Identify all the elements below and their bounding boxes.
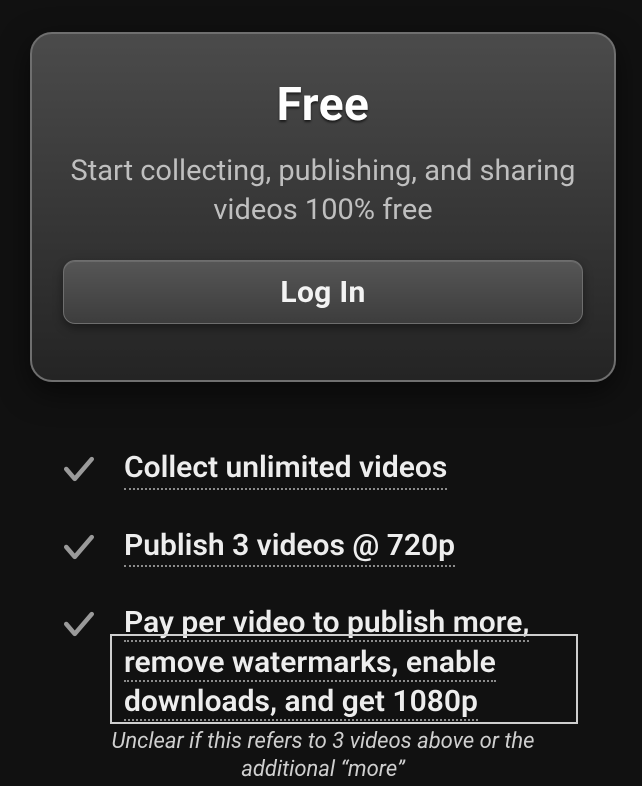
login-button[interactable]: Log In xyxy=(63,260,583,324)
check-icon xyxy=(62,452,96,486)
list-item: Collect unlimited videos xyxy=(62,448,584,490)
check-icon xyxy=(62,530,96,564)
login-button-label: Log In xyxy=(280,275,365,310)
feature-list: Collect unlimited videos Publish 3 video… xyxy=(62,448,584,722)
plan-subtitle: Start collecting, publishing, and sharin… xyxy=(63,152,583,230)
list-item: Publish 3 videos @ 720p xyxy=(62,526,584,568)
plan-title: Free xyxy=(277,78,370,132)
plan-card-free: Free Start collecting, publishing, and s… xyxy=(30,32,616,382)
feature-label: Pay per video to publish more, remove wa… xyxy=(124,603,584,722)
list-item: Pay per video to publish more, remove wa… xyxy=(62,603,584,722)
feature-label: Collect unlimited videos xyxy=(124,448,447,490)
annotation-caption: Unclear if this refers to 3 videos above… xyxy=(62,728,584,783)
feature-label: Publish 3 videos @ 720p xyxy=(124,526,455,568)
check-icon xyxy=(62,607,96,641)
